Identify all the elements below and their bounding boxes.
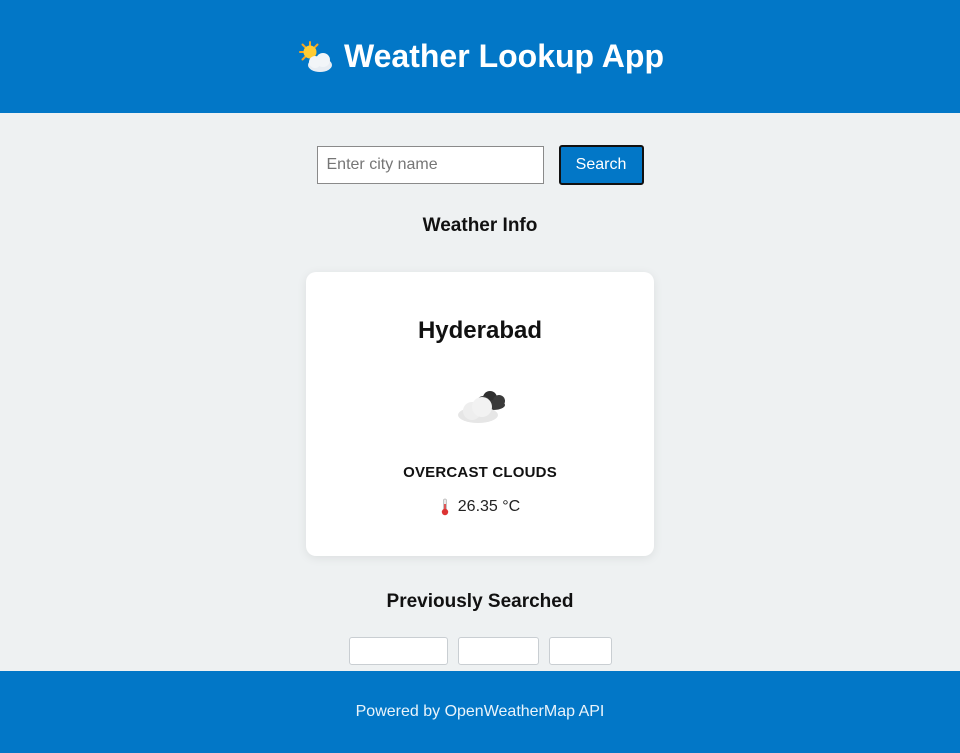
app-title-heading: Weather Lookup App	[296, 38, 664, 75]
temperature-row: 26.35 °C	[306, 498, 654, 516]
previous-search-button[interactable]	[457, 637, 539, 665]
weather-info-heading: Weather Info	[422, 215, 538, 236]
city-name: Hyderabad	[417, 317, 543, 344]
previous-search-button[interactable]	[348, 637, 448, 665]
previously-searched-heading: Previously Searched	[386, 591, 574, 612]
city-search-input[interactable]	[316, 146, 544, 184]
previous-searches-list	[0, 637, 960, 665]
weather-condition: OVERCAST CLOUDS	[403, 464, 557, 481]
temperature-value: 26.35 °C	[457, 498, 521, 515]
app-header: Weather Lookup App	[0, 0, 960, 113]
thermometer-icon	[441, 498, 448, 516]
sun-behind-cloud-icon	[299, 40, 332, 72]
footer-text: Powered by OpenWeatherMap API	[355, 703, 605, 720]
cloud-icon	[458, 391, 505, 423]
app-title: Weather Lookup App	[344, 38, 664, 74]
previous-search-button[interactable]	[548, 637, 612, 665]
weather-card: Hyderabad OVERCAST CLOUDS 26.35 °C	[306, 272, 654, 556]
search-bar: Search	[0, 145, 960, 185]
app-footer: Powered by OpenWeatherMap API	[0, 671, 960, 753]
search-button[interactable]: Search	[558, 145, 644, 185]
